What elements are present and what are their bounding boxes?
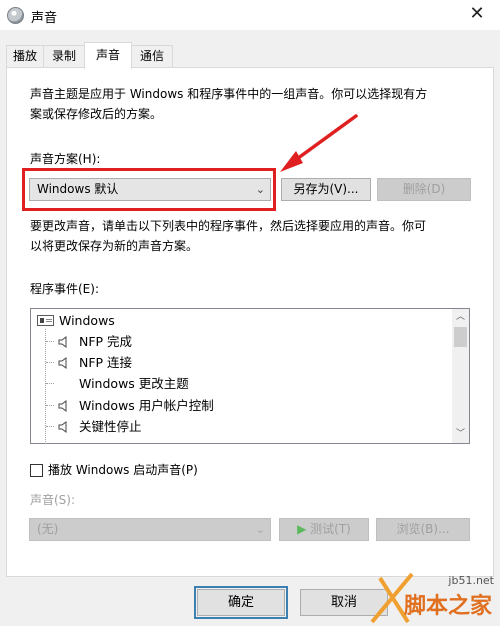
list-item-critical-stop[interactable]: 关键性停止 — [31, 416, 451, 437]
speaker-icon — [58, 357, 67, 369]
scheme-label: 声音方案(H): — [30, 152, 101, 166]
tab-recording[interactable]: 录制 — [43, 45, 85, 68]
events-label: 程序事件(E): — [30, 282, 99, 296]
sound-label: 声音(S): — [30, 493, 76, 507]
tab-sounds[interactable]: 声音 — [84, 42, 132, 69]
close-button[interactable]: ✕ — [454, 0, 500, 30]
speaker-icon — [58, 336, 67, 348]
list-item-change-theme[interactable]: Windows 更改主题 — [31, 373, 451, 394]
program-events-list[interactable]: Windows NFP 完成 NFP 连接 Windows 更改主题 Windo… — [30, 308, 470, 444]
list-item-nfp-complete[interactable]: NFP 完成 — [31, 331, 451, 352]
sound-dropdown[interactable]: (无) ⌄ — [29, 518, 271, 541]
speaker-icon — [58, 421, 67, 433]
watermark-name: 脚本之家 — [403, 594, 492, 619]
save-as-button[interactable]: 另存为(V)... — [281, 178, 371, 201]
ok-button[interactable]: 确定 — [197, 589, 285, 616]
scheme-dropdown[interactable]: Windows 默认 ⌄ — [29, 178, 271, 201]
play-icon: ▶ — [297, 522, 307, 536]
windows-category-icon — [37, 315, 54, 326]
list-item-nfp-connect[interactable]: NFP 连接 — [31, 352, 451, 373]
instructions-line-1: 要更改声音，请单击以下列表中的程序事件，然后选择要应用的声音。你可 — [30, 219, 427, 233]
chevron-down-icon: ⌄ — [255, 183, 265, 196]
watermark-url: jb51.net — [448, 574, 494, 587]
watermark: jb51.net 脚本之家 — [368, 570, 498, 626]
scroll-up-icon[interactable]: ︿ — [452, 309, 469, 326]
list-scrollbar[interactable]: ︿ ﹀ — [452, 309, 469, 443]
test-button[interactable]: ▶ 测试(T) — [279, 518, 369, 541]
startup-sound-label: 播放 Windows 启动声音(P) — [48, 463, 198, 477]
tab-playback[interactable]: 播放 — [6, 45, 44, 68]
speaker-app-icon — [7, 7, 24, 24]
description-line-2: 案或保存修改后的方案。 — [30, 107, 163, 121]
description-line-1: 声音主题是应用于 Windows 和程序事件中的一组声音。你可以选择现有方 — [30, 87, 428, 101]
list-item-windows[interactable]: Windows — [31, 310, 451, 331]
list-item-uac[interactable]: Windows 用户帐户控制 — [31, 395, 451, 416]
delete-button[interactable]: 删除(D) — [377, 178, 471, 201]
title-bar: 声音 ✕ — [0, 0, 500, 30]
instructions-line-2: 以将更改保存为新的声音方案。 — [30, 239, 199, 253]
browse-button[interactable]: 浏览(B)... — [376, 518, 470, 541]
speaker-icon — [58, 400, 67, 412]
annotation-arrow-icon — [280, 114, 358, 172]
tab-communications[interactable]: 通信 — [131, 45, 173, 68]
sound-dropdown-value: (无) — [37, 522, 59, 536]
chevron-down-icon: ⌄ — [255, 523, 265, 536]
scroll-thumb[interactable] — [454, 327, 467, 347]
scroll-down-icon[interactable]: ﹀ — [452, 426, 469, 443]
scheme-dropdown-value: Windows 默认 — [37, 182, 119, 196]
startup-sound-checkbox[interactable] — [30, 464, 43, 477]
window-title: 声音 — [31, 11, 58, 26]
